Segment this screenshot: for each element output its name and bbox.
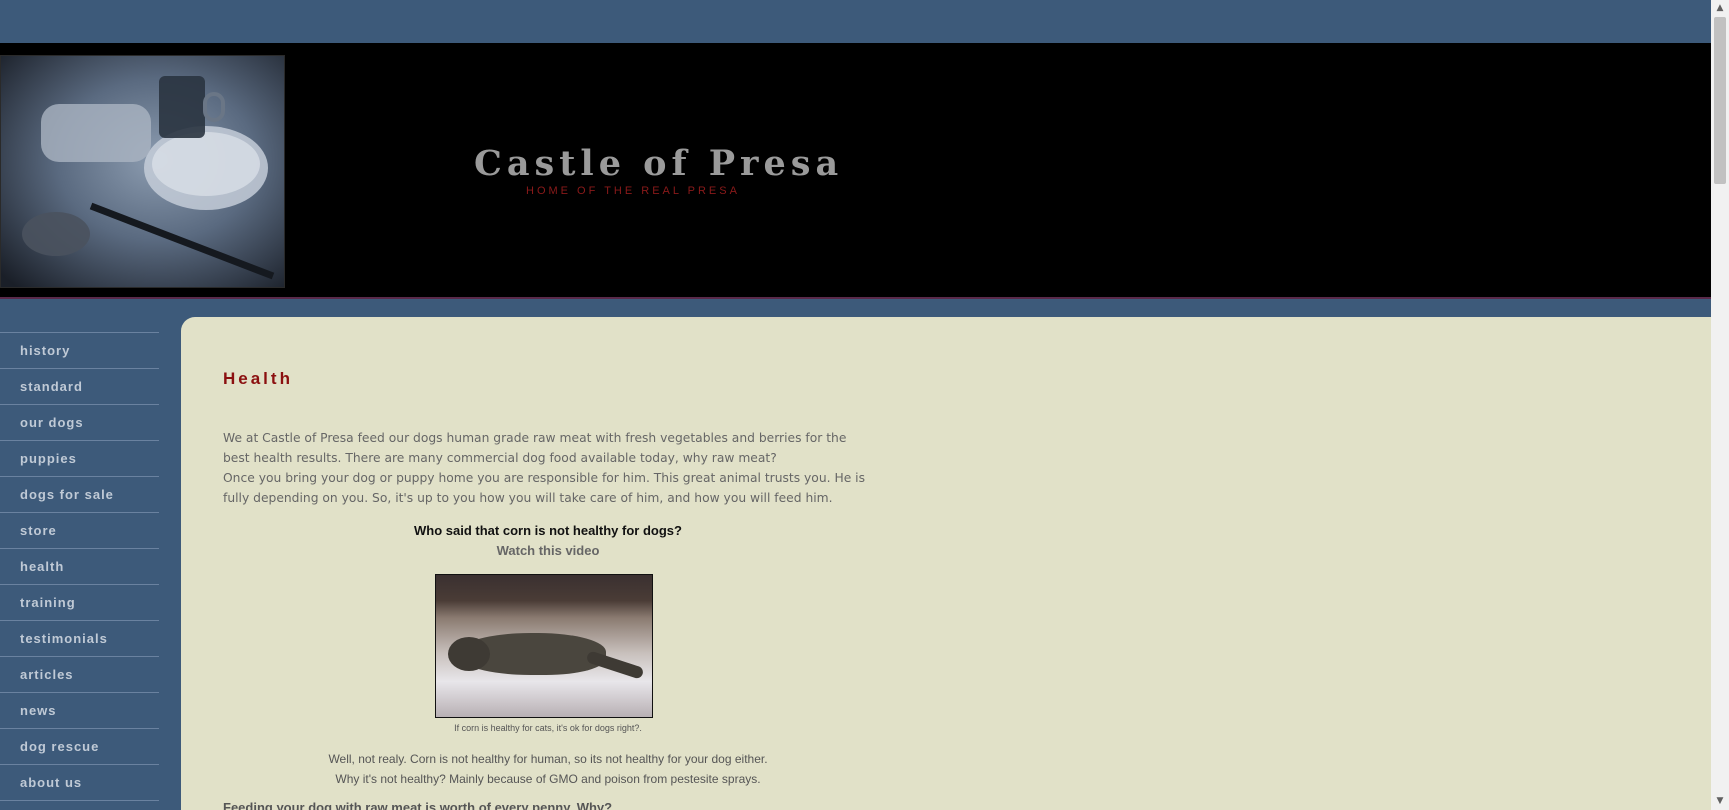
food-photo-illustration	[22, 76, 275, 280]
vertical-scrollbar[interactable]: ▲ ▼	[1711, 0, 1729, 810]
nav-item-training[interactable]: training	[0, 585, 159, 621]
nav-item-puppies[interactable]: puppies	[0, 441, 159, 477]
scroll-up-arrow-icon[interactable]: ▲	[1711, 0, 1729, 17]
responsibility-paragraph: Once you bring your dog or puppy home yo…	[223, 471, 865, 505]
video-caption: If corn is healthy for cats, it's ok for…	[454, 723, 642, 733]
video-question: Who said that corn is not healthy for do…	[414, 523, 682, 538]
nav-item-dog-rescue[interactable]: dog rescue	[0, 729, 159, 765]
nav-item-standard[interactable]: standard	[0, 369, 159, 405]
site-title: Castle of Presa	[474, 143, 844, 184]
main-content: Health We at Castle of Presa feed our do…	[181, 317, 1711, 810]
intro-paragraph: We at Castle of Presa feed our dogs huma…	[223, 431, 847, 465]
nav-item-dogs-for-sale[interactable]: dogs for sale	[0, 477, 159, 513]
watch-video-link[interactable]: Watch this video	[223, 543, 873, 558]
nav-item-our-dogs[interactable]: our dogs	[0, 405, 159, 441]
nav-item-about-us[interactable]: about us	[0, 765, 159, 801]
site-subtitle: HOME OF THE REAL PRESA	[526, 185, 740, 197]
header-food-photo	[0, 55, 285, 288]
nav-item-news[interactable]: news	[0, 693, 159, 729]
scroll-down-arrow-icon[interactable]: ▼	[1711, 793, 1729, 810]
page-title: Health	[223, 369, 293, 388]
nav-item-articles[interactable]: articles	[0, 657, 159, 693]
corn-paragraph-line-1: Well, not realy. Corn is not healthy for…	[328, 752, 768, 766]
scrollbar-thumb[interactable]	[1714, 17, 1726, 184]
nav-item-history[interactable]: history	[0, 333, 159, 369]
nav-item-testimonials[interactable]: testimonials	[0, 621, 159, 657]
video-thumbnail[interactable]	[435, 574, 653, 718]
nav-item-store[interactable]: store	[0, 513, 159, 549]
nav-item-health[interactable]: health	[0, 549, 159, 585]
sidebar-nav: history standard our dogs puppies dogs f…	[0, 332, 159, 801]
header-divider	[0, 297, 1711, 299]
corn-paragraph-line-2: Why it's not healthy? Mainly because of …	[335, 772, 761, 786]
cat-head-shape	[448, 637, 490, 671]
raw-meat-heading: Feeding your dog with raw meat is worth …	[223, 800, 613, 810]
top-bar	[0, 0, 1711, 43]
